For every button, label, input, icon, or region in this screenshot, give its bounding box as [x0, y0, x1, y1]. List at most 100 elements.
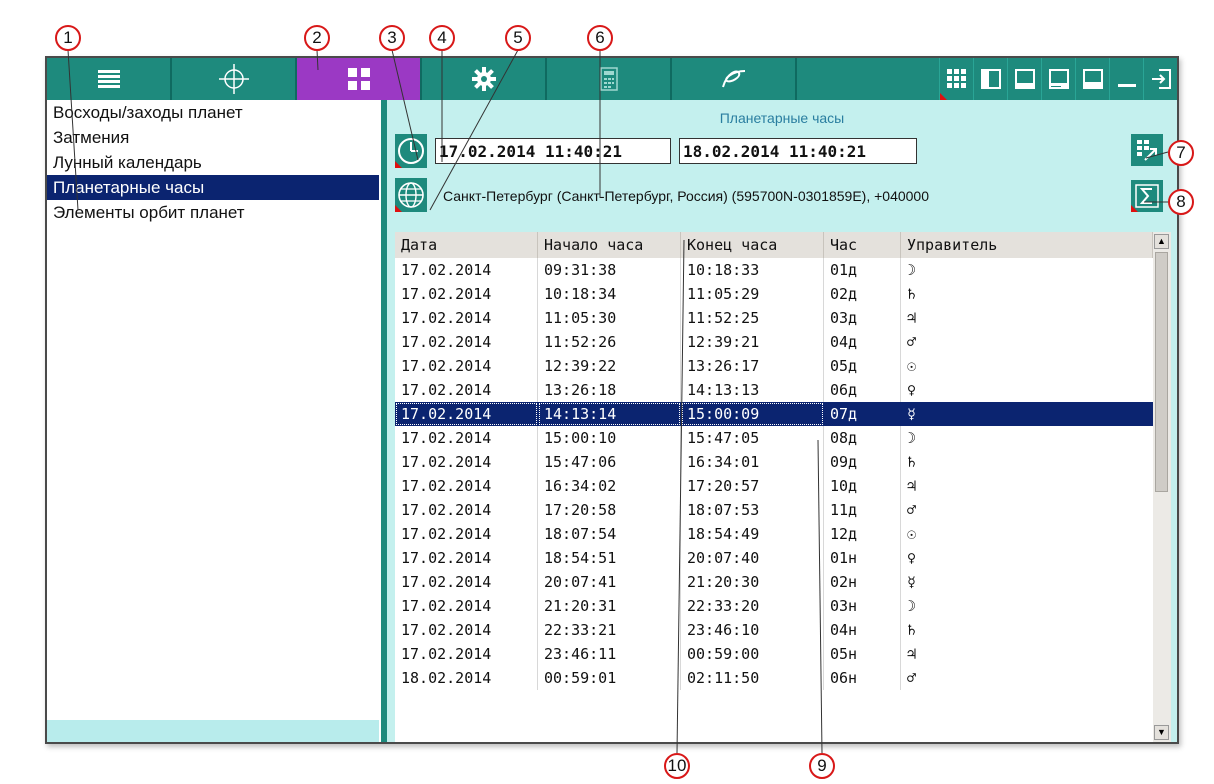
callout-6: 6: [587, 25, 613, 51]
callout-8: 8: [1168, 189, 1194, 215]
table-row[interactable]: 17.02.2014 17:20:58 18:07:53 11д ♂: [395, 498, 1153, 522]
column-header-start[interactable]: Начало часа: [538, 232, 681, 258]
table-row[interactable]: 17.02.2014 18:07:54 18:54:49 12д ☉: [395, 522, 1153, 546]
calculator-tab-button[interactable]: [547, 58, 672, 100]
cell-date: 17.02.2014: [395, 450, 538, 474]
layout-left-button[interactable]: [973, 58, 1007, 100]
table-row[interactable]: 17.02.2014 10:18:34 11:05:29 02д ♄: [395, 282, 1153, 306]
sum-button[interactable]: [1131, 180, 1163, 212]
function-item-orbit-elements[interactable]: Элементы орбит планет: [47, 200, 379, 225]
sum-button-marker: [1131, 205, 1138, 212]
exit-button[interactable]: [1143, 58, 1177, 100]
minimize-icon: [1117, 84, 1136, 87]
table-row[interactable]: 17.02.2014 20:07:41 21:20:30 02н ☿: [395, 570, 1153, 594]
cell-date: 17.02.2014: [395, 570, 538, 594]
layout-right-button[interactable]: [1041, 58, 1075, 100]
location-text: Санкт-Петербург (Санкт-Петербург, Россия…: [443, 188, 930, 204]
table-row[interactable]: 17.02.2014 23:46:11 00:59:00 05н ♃: [395, 642, 1153, 666]
function-item-lunar-calendar[interactable]: Лунный календарь: [47, 150, 379, 175]
scroll-down-button[interactable]: ▼: [1154, 725, 1169, 740]
cell-start: 23:46:11: [538, 642, 681, 666]
cell-hour: 02н: [824, 570, 901, 594]
exit-icon: [1151, 69, 1171, 89]
table-row[interactable]: 18.02.2014 00:59:01 02:11:50 06н ♂: [395, 666, 1153, 690]
cell-end: 12:39:21: [681, 330, 824, 354]
table-row[interactable]: 17.02.2014 11:52:26 12:39:21 04д ♂: [395, 330, 1153, 354]
table-row[interactable]: 17.02.2014 12:39:22 13:26:17 05д ☉: [395, 354, 1153, 378]
cell-start: 12:39:22: [538, 354, 681, 378]
callout-9: 9: [809, 753, 835, 779]
column-header-date[interactable]: Дата: [395, 232, 538, 258]
end-datetime-input[interactable]: 18.02.2014 11:40:21: [679, 138, 917, 164]
cell-hour: 02д: [824, 282, 901, 306]
right-panel-icon: [1048, 69, 1069, 89]
function-item-planetary-hours[interactable]: Планетарные часы: [47, 175, 379, 200]
cell-ruler: ☽: [907, 429, 917, 447]
cell-date: 17.02.2014: [395, 546, 538, 570]
function-item-eclipses[interactable]: Затмения: [47, 125, 379, 150]
planetary-hours-panel: Планетарные часы 17.02.2014 11:40:21 18.…: [387, 100, 1177, 742]
cell-end: 15:00:09: [681, 402, 824, 426]
table-body: 17.02.2014 09:31:38 10:18:33 01д ☽ 17.02.2014…: [395, 258, 1153, 690]
table-scrollbar[interactable]: ▲ ▼: [1153, 232, 1171, 742]
cell-hour: 05н: [824, 642, 901, 666]
column-header-hour[interactable]: Час: [824, 232, 901, 258]
signature-icon: [721, 70, 745, 88]
cell-start: 17:20:58: [538, 498, 681, 522]
cell-ruler: ♄: [907, 621, 917, 639]
grid-icon: [347, 68, 370, 90]
table-row[interactable]: 17.02.2014 22:33:21 23:46:10 04н ♄: [395, 618, 1153, 642]
table-row[interactable]: 17.02.2014 15:00:10 15:47:05 08д ☽: [395, 426, 1153, 450]
table-row[interactable]: 17.02.2014 21:20:31 22:33:20 03н ☽: [395, 594, 1153, 618]
tables-tab-button[interactable]: [297, 58, 422, 100]
table-row[interactable]: 17.02.2014 09:31:38 10:18:33 01д ☽: [395, 258, 1153, 282]
start-datetime-input[interactable]: 17.02.2014 11:40:21: [435, 138, 671, 164]
cell-date: 17.02.2014: [395, 474, 538, 498]
table-row[interactable]: 17.02.2014 18:54:51 20:07:40 01н ♀: [395, 546, 1153, 570]
cell-date: 17.02.2014: [395, 402, 538, 426]
cell-end: 10:18:33: [681, 258, 824, 282]
cell-end: 11:52:25: [681, 306, 824, 330]
column-header-end[interactable]: Конец часа: [681, 232, 824, 258]
cell-ruler: ♀: [907, 549, 917, 567]
cell-start: 18:54:51: [538, 546, 681, 570]
table-row[interactable]: 17.02.2014 11:05:30 11:52:25 03д ♃: [395, 306, 1153, 330]
list-tab-button[interactable]: [47, 58, 172, 100]
cell-ruler: ☽: [907, 261, 917, 279]
layout-wide-button[interactable]: [1075, 58, 1109, 100]
table-row[interactable]: 17.02.2014 15:47:06 16:34:01 09д ♄: [395, 450, 1153, 474]
export-table-button[interactable]: [1131, 134, 1163, 166]
chart-tab-button[interactable]: [172, 58, 297, 100]
table-row[interactable]: 17.02.2014 16:34:02 17:20:57 10д ♃: [395, 474, 1153, 498]
scroll-up-button[interactable]: ▲: [1154, 234, 1169, 249]
settings-tab-button[interactable]: [422, 58, 547, 100]
minimize-button[interactable]: [1109, 58, 1143, 100]
cell-hour: 08д: [824, 426, 901, 450]
calculator-icon: [599, 67, 618, 91]
callout-7: 7: [1168, 140, 1194, 166]
cell-end: 11:05:29: [681, 282, 824, 306]
cell-hour: 06н: [824, 666, 901, 690]
dropdown-marker: [940, 93, 947, 100]
cell-end: 21:20:30: [681, 570, 824, 594]
cell-ruler: ♂: [907, 669, 917, 687]
function-item-sunrise[interactable]: Восходы/заходы планет: [47, 100, 379, 125]
column-header-ruler[interactable]: Управитель: [901, 232, 1153, 258]
bottom-panel-icon: [1014, 69, 1035, 89]
app-window: Восходы/заходы планет Затмения Лунный ка…: [45, 56, 1179, 744]
cell-ruler: ♄: [907, 453, 917, 471]
list-icon: [97, 70, 120, 88]
location-button[interactable]: [395, 178, 427, 212]
layout-grid-button[interactable]: [939, 58, 973, 100]
time-button[interactable]: [395, 134, 427, 168]
table-row[interactable]: 17.02.2014 14:13:14 15:00:09 07д ☿: [395, 402, 1153, 426]
layout-bottom-button[interactable]: [1007, 58, 1041, 100]
cell-start: 10:18:34: [538, 282, 681, 306]
table-header: Дата Начало часа Конец часа Час Управите…: [395, 232, 1153, 258]
cell-ruler: ☉: [907, 357, 917, 375]
cell-hour: 04н: [824, 618, 901, 642]
signature-tab-button[interactable]: [672, 58, 797, 100]
scroll-thumb[interactable]: [1155, 252, 1168, 492]
table-row[interactable]: 17.02.2014 13:26:18 14:13:13 06д ♀: [395, 378, 1153, 402]
callout-10: 10: [664, 753, 690, 779]
